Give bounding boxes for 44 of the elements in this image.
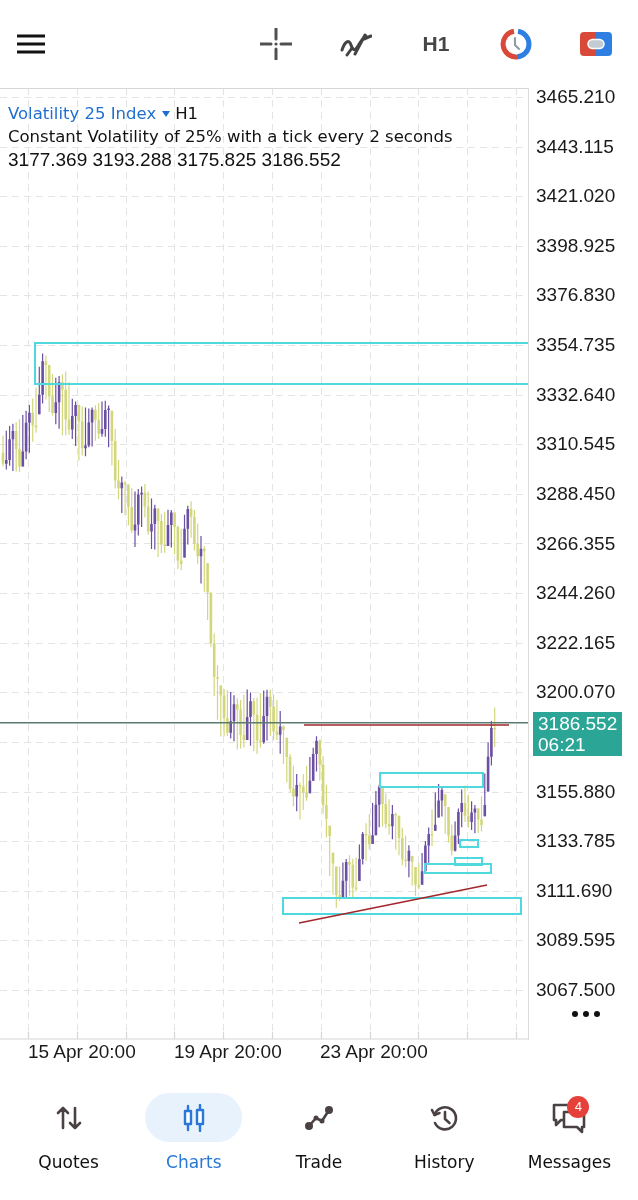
- price-label: 3421.020: [536, 185, 616, 208]
- more-icon[interactable]: [572, 1011, 600, 1017]
- price-label: 3354.735: [536, 334, 616, 357]
- price-label: 3443.115: [536, 135, 614, 158]
- price-label: 3133.785: [536, 830, 616, 853]
- time-label: 23 Apr 20:00: [320, 1040, 429, 1064]
- menu-icon[interactable]: [17, 34, 45, 54]
- ohlc-values: 3177.369 3193.288 3175.825 3186.552: [8, 148, 342, 171]
- symbol-selector[interactable]: Volatility 25 Index: [8, 104, 157, 123]
- symbol-description: Constant Volatility of 25% with a tick every 2 seconds: [8, 126, 453, 148]
- zone-rectangle[interactable]: [282, 897, 522, 915]
- bar-countdown: 06:21: [538, 733, 587, 755]
- price-label: 3376.830: [536, 284, 616, 307]
- crosshair-icon[interactable]: [260, 28, 292, 60]
- price-label: 3111.690: [536, 879, 613, 902]
- trend-line[interactable]: [298, 884, 488, 924]
- price-label: 3155.880: [536, 780, 616, 803]
- price-label: 3310.545: [536, 433, 616, 456]
- price-label: 3266.355: [536, 532, 616, 555]
- price-label: 3332.640: [536, 383, 616, 406]
- timeframe-button[interactable]: H1: [422, 32, 450, 56]
- timeframe-label: H1: [175, 104, 199, 123]
- price-label: 3089.595: [536, 929, 616, 952]
- price-label: 3200.070: [536, 681, 616, 704]
- split-panel-icon[interactable]: [580, 32, 612, 56]
- price-label: 3222.165: [536, 631, 616, 654]
- price-label: 3398.925: [536, 234, 616, 257]
- time-label: 19 Apr 20:00: [174, 1040, 283, 1064]
- dropdown-caret-icon[interactable]: [162, 110, 171, 117]
- line-chart-icon: [304, 1104, 334, 1131]
- indicator-wave-icon[interactable]: [340, 31, 372, 57]
- up-down-arrows-icon: [55, 1104, 82, 1131]
- clock-icon[interactable]: [500, 28, 532, 60]
- current-price: 3186.552: [538, 712, 619, 734]
- nav-tab[interactable]: Quotes: [6, 1085, 132, 1200]
- nav-tab[interactable]: Charts: [131, 1085, 257, 1200]
- unread-count-badge: 4: [567, 1096, 590, 1118]
- time-label: 15 Apr 20:00: [28, 1040, 137, 1064]
- price-label: 3067.500: [536, 979, 616, 1001]
- nav-tab[interactable]: Trade: [256, 1085, 382, 1200]
- price-label: 3244.260: [536, 582, 616, 605]
- price-label: 3288.450: [536, 482, 616, 505]
- nav-tab[interactable]: History: [381, 1085, 507, 1200]
- price-label: 3465.210: [536, 86, 616, 108]
